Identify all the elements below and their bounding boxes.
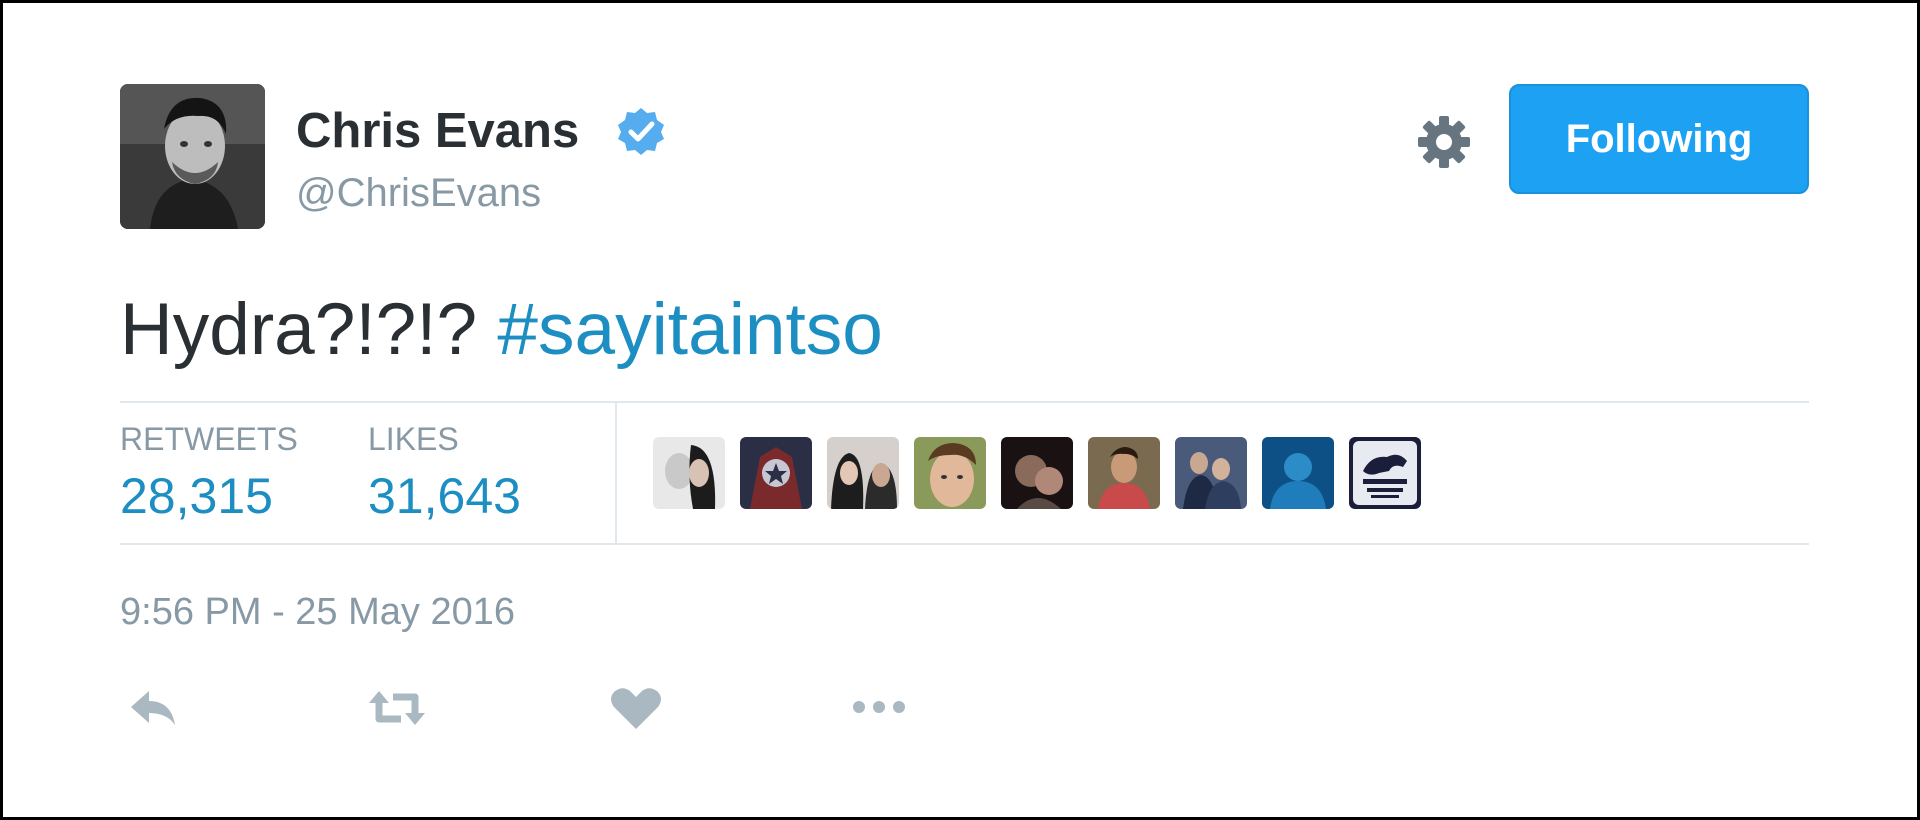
liker-avatar-2[interactable] xyxy=(740,437,812,509)
more-icon[interactable] xyxy=(849,683,909,733)
liker-avatar-3[interactable] xyxy=(827,437,899,509)
tweet-timestamp[interactable]: 9:56 PM - 25 May 2016 xyxy=(120,588,515,636)
reply-icon[interactable] xyxy=(123,683,183,733)
likes-label: LIKES xyxy=(368,421,459,457)
heart-icon[interactable] xyxy=(606,683,666,733)
retweet-icon[interactable] xyxy=(367,683,427,733)
author-avatar[interactable] xyxy=(120,84,265,229)
liker-avatar-1[interactable] xyxy=(653,437,725,509)
tweet-body: Hydra?!?!? xyxy=(120,289,478,370)
liker-avatar-4[interactable] xyxy=(914,437,986,509)
liker-avatars xyxy=(653,437,1421,509)
retweets-label: RETWEETS xyxy=(120,421,298,457)
divider-bottom xyxy=(120,543,1809,545)
gear-icon[interactable] xyxy=(1414,112,1474,172)
tweet-card: Chris Evans @ChrisEvans Following Hydra?… xyxy=(0,0,1920,820)
hashtag-link[interactable]: #sayitaintso xyxy=(497,289,883,370)
tweet-text: Hydra?!?!? #sayitaintso xyxy=(120,285,883,375)
liker-avatar-6[interactable] xyxy=(1088,437,1160,509)
liker-avatar-5[interactable] xyxy=(1001,437,1073,509)
author-name[interactable]: Chris Evans xyxy=(296,101,579,161)
liker-avatar-7[interactable] xyxy=(1175,437,1247,509)
divider-top xyxy=(120,401,1809,403)
retweets-count[interactable]: 28,315 xyxy=(120,465,273,527)
liker-avatar-9[interactable] xyxy=(1349,437,1421,509)
likes-count[interactable]: 31,643 xyxy=(368,465,521,527)
divider-vertical xyxy=(615,403,617,543)
liker-avatar-8[interactable] xyxy=(1262,437,1334,509)
author-handle[interactable]: @ChrisEvans xyxy=(296,168,541,218)
following-button[interactable]: Following xyxy=(1509,84,1809,194)
verified-badge-icon xyxy=(616,106,666,156)
